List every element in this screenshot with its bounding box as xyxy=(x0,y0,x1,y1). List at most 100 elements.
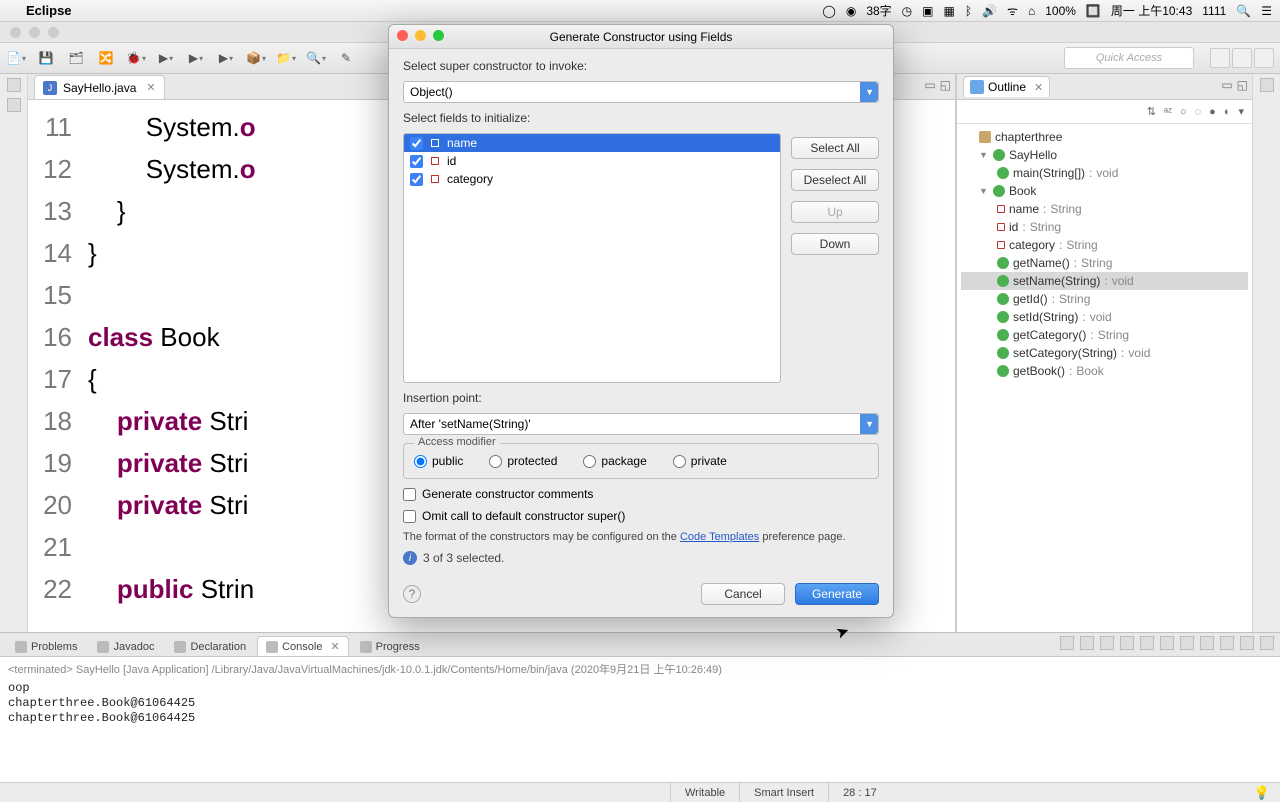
debug-button[interactable]: 🐞 xyxy=(126,48,146,68)
close-icon[interactable]: ✕ xyxy=(146,81,155,94)
minimize-icon[interactable]: ▭ xyxy=(924,78,935,92)
hide-fields-icon[interactable]: ○ xyxy=(1180,106,1187,118)
up-button[interactable]: Up xyxy=(791,201,879,223)
fields-list[interactable]: name id category xyxy=(403,133,781,383)
outline-tree[interactable]: chapterthree ▼SayHello main(String[]) : … xyxy=(957,124,1252,384)
traffic-max[interactable] xyxy=(48,27,59,38)
generate-button[interactable]: Generate xyxy=(795,583,879,605)
new-button[interactable]: 📄 xyxy=(6,48,26,68)
tree-package[interactable]: chapterthree xyxy=(961,128,1248,146)
console-output[interactable]: oop chapterthree.Book@61064425 chapterth… xyxy=(0,681,1280,726)
tree-field[interactable]: name : String xyxy=(961,200,1248,218)
tree-method[interactable]: getCategory() : String xyxy=(961,326,1248,344)
view-shortcut[interactable] xyxy=(7,78,21,92)
menu-icon[interactable]: ☰ xyxy=(1261,4,1272,18)
view-menu-icon[interactable]: ▾ xyxy=(1238,105,1244,118)
record-icon[interactable]: ◉ xyxy=(846,4,856,18)
dialog-min-icon[interactable] xyxy=(415,30,426,41)
minimize-icon[interactable]: ▭ xyxy=(1221,78,1232,92)
checkbox-omit-super[interactable]: Omit call to default constructor super() xyxy=(403,509,879,523)
sort-icon[interactable]: ⇅ xyxy=(1147,105,1156,118)
tab-javadoc[interactable]: Javadoc xyxy=(88,637,163,656)
code-body[interactable]: System.o System.o } } class Book { priva… xyxy=(82,100,256,632)
wifi-icon[interactable]: ᯤ xyxy=(1007,2,1018,19)
tree-field[interactable]: id : String xyxy=(961,218,1248,236)
tree-class[interactable]: ▼Book xyxy=(961,182,1248,200)
globe-icon[interactable]: ◯ xyxy=(822,4,835,18)
tab-console[interactable]: Console✕ xyxy=(257,636,349,656)
deselect-all-button[interactable]: Deselect All xyxy=(791,169,879,191)
tree-method[interactable]: getBook() : Book xyxy=(961,362,1248,380)
tab-problems[interactable]: Problems xyxy=(6,637,86,656)
open-perspective-button[interactable] xyxy=(1210,48,1230,68)
save-button[interactable]: 💾 xyxy=(36,48,56,68)
traffic-min[interactable] xyxy=(29,27,40,38)
select-all-button[interactable]: Select All xyxy=(791,137,879,159)
clear-icon[interactable] xyxy=(1100,636,1114,650)
grid-icon[interactable]: ▦ xyxy=(944,4,955,18)
toggle-button[interactable]: 🔀 xyxy=(96,48,116,68)
remove-all-icon[interactable] xyxy=(1080,636,1094,650)
down-button[interactable]: Down xyxy=(791,233,879,255)
clock[interactable]: 周一 上午10:43 xyxy=(1111,2,1192,19)
tree-method[interactable]: setCategory(String) : void xyxy=(961,344,1248,362)
dialog-titlebar[interactable]: Generate Constructor using Fields xyxy=(389,25,893,49)
new-console-icon[interactable] xyxy=(1220,636,1234,650)
debug-perspective-button[interactable] xyxy=(1254,48,1274,68)
pin-icon[interactable] xyxy=(1160,636,1174,650)
open-type-button[interactable]: 🔍 xyxy=(306,48,326,68)
clock-icon[interactable]: ◷ xyxy=(902,4,912,18)
dialog-max-icon[interactable] xyxy=(433,30,444,41)
radio-package[interactable]: package xyxy=(583,454,646,468)
insertion-point-combo[interactable]: After 'setName(String)'▼ xyxy=(403,413,879,435)
maximize-icon[interactable]: ◱ xyxy=(940,78,951,92)
help-button[interactable]: ? xyxy=(403,585,421,603)
ext-run-button[interactable]: ▶ xyxy=(216,48,236,68)
bluetooth-icon[interactable]: ᛒ xyxy=(965,4,972,18)
outline-tab[interactable]: Outline ✕ xyxy=(963,76,1050,97)
tree-class[interactable]: ▼SayHello xyxy=(961,146,1248,164)
remove-launch-icon[interactable] xyxy=(1060,636,1074,650)
radio-public[interactable]: public xyxy=(414,454,463,468)
close-icon[interactable]: ✕ xyxy=(330,640,339,653)
maximize-icon[interactable] xyxy=(1260,636,1274,650)
field-checkbox[interactable] xyxy=(410,155,423,168)
super-constructor-combo[interactable]: Object()▼ xyxy=(403,81,879,103)
field-row-id[interactable]: id xyxy=(404,152,780,170)
app-name[interactable]: Eclipse xyxy=(26,3,72,18)
tab-declaration[interactable]: Declaration xyxy=(165,637,255,656)
field-row-name[interactable]: name xyxy=(404,134,780,152)
battery[interactable]: 100% xyxy=(1045,4,1076,18)
scroll-lock-icon[interactable] xyxy=(1120,636,1134,650)
traffic-close[interactable] xyxy=(10,27,21,38)
code-templates-link[interactable]: Code Templates xyxy=(680,531,759,543)
coverage-button[interactable]: ▶ xyxy=(186,48,206,68)
field-row-category[interactable]: category xyxy=(404,170,780,188)
hide-local-icon[interactable]: ◐ xyxy=(1224,106,1231,118)
shield-icon[interactable]: ▣ xyxy=(922,4,933,18)
maximize-icon[interactable]: ◱ xyxy=(1237,78,1248,92)
open-console-icon[interactable] xyxy=(1200,636,1214,650)
view-shortcut[interactable] xyxy=(7,98,21,112)
user[interactable]: 1111 xyxy=(1202,4,1226,18)
field-checkbox[interactable] xyxy=(410,137,423,150)
tree-field[interactable]: category : String xyxy=(961,236,1248,254)
hide-static-icon[interactable]: ◌ xyxy=(1195,106,1202,118)
hide-nonpublic-icon[interactable]: ● xyxy=(1209,106,1216,118)
tip-icon[interactable]: 💡 xyxy=(1254,785,1280,801)
filter-icon[interactable]: ᵃᶻ xyxy=(1164,106,1172,118)
radio-private[interactable]: private xyxy=(673,454,727,468)
minimize-icon[interactable] xyxy=(1240,636,1254,650)
checkbox-comments[interactable]: Generate constructor comments xyxy=(403,487,879,501)
display-selected-icon[interactable] xyxy=(1180,636,1194,650)
tree-method[interactable]: getName() : String xyxy=(961,254,1248,272)
field-checkbox[interactable] xyxy=(410,173,423,186)
java-perspective-button[interactable] xyxy=(1232,48,1252,68)
dialog-close-icon[interactable] xyxy=(397,30,408,41)
tree-method[interactable]: getId() : String xyxy=(961,290,1248,308)
app-icon[interactable]: ⌂ xyxy=(1028,4,1035,18)
tree-method[interactable]: setName(String) : void xyxy=(961,272,1248,290)
cancel-button[interactable]: Cancel xyxy=(701,583,785,605)
run-button[interactable]: ▶ xyxy=(156,48,176,68)
quick-access-input[interactable]: Quick Access xyxy=(1064,47,1194,69)
